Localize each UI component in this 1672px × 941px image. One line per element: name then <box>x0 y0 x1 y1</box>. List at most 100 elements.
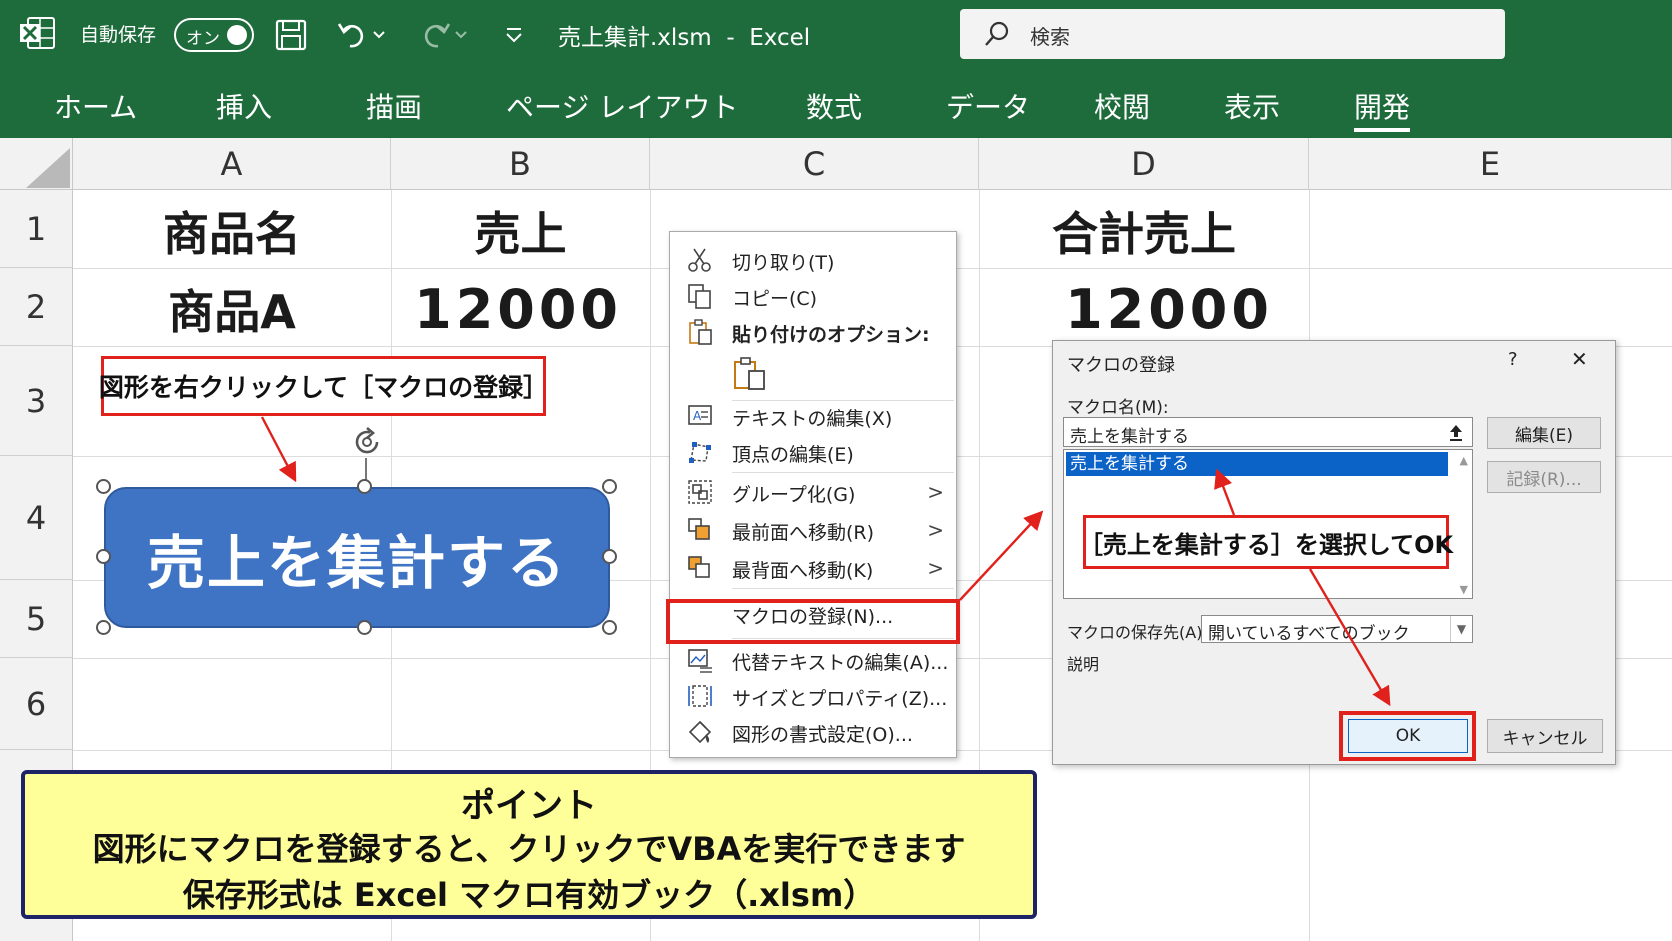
resize-handle[interactable] <box>357 479 372 494</box>
cell-d2[interactable]: 12000 <box>979 272 1309 346</box>
ok-button-highlight <box>1339 711 1476 761</box>
tab-data[interactable]: データ <box>946 86 1030 126</box>
resize-handle[interactable] <box>96 549 111 564</box>
autosave-state: オン <box>186 29 220 49</box>
text-edit-icon: A <box>686 402 714 430</box>
search-placeholder: 検索 <box>1030 25 1070 49</box>
ribbon-tabs: ホーム 挿入 描画 ページ レイアウト 数式 データ 校閲 表示 開発 <box>0 72 1672 138</box>
resize-handle[interactable] <box>602 620 617 635</box>
cell-b1[interactable]: 売上 <box>391 194 650 268</box>
menu-item-format-shape[interactable]: 図形の書式設定(O)... <box>670 714 956 750</box>
customize-qat-icon[interactable] <box>500 20 528 50</box>
row-header-3[interactable]: 3 <box>0 346 73 456</box>
scroll-up-icon[interactable]: ▲ <box>1460 454 1468 467</box>
bring-front-icon <box>686 516 714 544</box>
document-title: 売上集計.xlsm - Excel <box>558 25 811 51</box>
column-header-a[interactable]: A <box>73 138 391 190</box>
menu-item-copy[interactable]: コピー(C) <box>670 278 956 314</box>
tab-developer[interactable]: 開発 <box>1354 86 1411 132</box>
macro-shape-button[interactable]: 売上を集計する <box>104 487 610 628</box>
macro-name-input[interactable]: 売上を集計する <box>1063 417 1473 447</box>
cell-b2[interactable]: 12000 <box>391 272 650 346</box>
cell-a2[interactable]: 商品A <box>73 272 391 346</box>
collapse-dialog-icon[interactable] <box>1444 421 1468 443</box>
select-all-corner[interactable] <box>0 138 73 190</box>
tab-review[interactable]: 校閲 <box>1094 86 1150 126</box>
row-header-6[interactable]: 6 <box>0 658 73 750</box>
alt-text-icon <box>686 646 714 674</box>
menu-item-edit-text[interactable]: A テキストの編集(X) <box>670 398 956 434</box>
assign-macro-highlight <box>666 599 960 644</box>
point-heading: ポイント <box>461 786 597 826</box>
toggle-knob <box>227 25 247 45</box>
menu-item-size-properties[interactable]: サイズとプロパティ(Z)... <box>670 678 956 714</box>
menu-item-send-back[interactable]: 最背面へ移動(K) > <box>670 550 956 586</box>
copy-icon <box>686 282 714 310</box>
search-box[interactable]: 検索 <box>960 9 1505 59</box>
menu-item-edit-points[interactable]: 頂点の編集(E) <box>670 434 956 470</box>
tab-insert[interactable]: 挿入 <box>216 86 272 126</box>
paste-keep-format-icon[interactable] <box>732 356 768 392</box>
close-icon[interactable]: ✕ <box>1571 347 1588 371</box>
send-back-icon <box>686 554 714 582</box>
point-line-1: 図形にマクロを登録すると、クリックでVBAを実行できます <box>92 830 966 868</box>
cancel-button[interactable]: キャンセル <box>1487 719 1603 753</box>
size-icon <box>686 682 714 710</box>
macros-in-label: マクロの保存先(A): <box>1067 623 1208 642</box>
save-icon[interactable] <box>272 16 310 54</box>
description-label: 説明 <box>1067 655 1100 674</box>
point-note: ポイント 図形にマクロを登録すると、クリックでVBAを実行できます 保存形式は … <box>21 770 1037 919</box>
scissors-icon <box>686 246 714 274</box>
rotate-handle-icon[interactable] <box>350 425 384 459</box>
column-header-b[interactable]: B <box>391 138 650 190</box>
tab-draw[interactable]: 描画 <box>366 86 422 126</box>
excel-logo-icon[interactable] <box>18 14 56 52</box>
row-header-1[interactable]: 1 <box>0 190 73 268</box>
paste-icon <box>686 318 714 346</box>
tab-home[interactable]: ホーム <box>54 86 137 126</box>
macros-in-select[interactable]: 開いているすべてのブック ▼ <box>1201 615 1473 644</box>
edit-button[interactable]: 編集(E) <box>1487 417 1601 449</box>
resize-handle[interactable] <box>357 620 372 635</box>
column-header-d[interactable]: D <box>979 138 1309 190</box>
submenu-arrow-icon: > <box>927 480 944 504</box>
autosave-toggle[interactable]: オン <box>174 18 254 52</box>
cell-d1[interactable]: 合計売上 <box>979 194 1309 268</box>
group-icon <box>686 478 714 506</box>
autosave-label: 自動保存 <box>80 24 157 46</box>
dialog-title: マクロの登録 <box>1067 355 1175 376</box>
callout-right-click: 図形を右クリックして［マクロの登録］ <box>99 356 548 416</box>
title-bar: 自動保存 オン 売上集計.xlsm - Excel 検索 <box>0 0 1672 72</box>
column-header-c[interactable]: C <box>650 138 979 190</box>
tab-view[interactable]: 表示 <box>1224 86 1280 126</box>
row-header-2[interactable]: 2 <box>0 268 73 346</box>
record-button[interactable]: 記録(R)... <box>1487 461 1601 493</box>
point-line-2: 保存形式は Excel マクロ有効ブック（.xlsm） <box>182 876 876 914</box>
submenu-arrow-icon: > <box>927 518 944 542</box>
row-header-5[interactable]: 5 <box>0 580 73 658</box>
tab-formulas[interactable]: 数式 <box>806 86 862 126</box>
context-menu: 切り取り(T) コピー(C) 貼り付けのオプション: A テキストの編集(X) … <box>669 231 957 758</box>
resize-handle[interactable] <box>96 620 111 635</box>
cell-a1[interactable]: 商品名 <box>73 194 391 268</box>
resize-handle[interactable] <box>602 479 617 494</box>
menu-item-cut[interactable]: 切り取り(T) <box>670 242 956 278</box>
format-shape-icon <box>686 718 714 746</box>
row-header-4[interactable]: 4 <box>0 456 73 580</box>
redo-icon[interactable] <box>418 16 472 54</box>
menu-item-alt-text[interactable]: 代替テキストの編集(A)... <box>670 642 956 678</box>
help-icon[interactable]: ? <box>1508 349 1518 370</box>
svg-text:A: A <box>693 409 702 423</box>
menu-item-bring-front[interactable]: 最前面へ移動(R) > <box>670 512 956 548</box>
scroll-down-icon[interactable]: ▼ <box>1460 583 1468 596</box>
chevron-down-icon: ▼ <box>1450 616 1472 642</box>
submenu-arrow-icon: > <box>927 556 944 580</box>
menu-item-paste-options: 貼り付けのオプション: <box>670 314 956 350</box>
resize-handle[interactable] <box>96 479 111 494</box>
resize-handle[interactable] <box>602 549 617 564</box>
undo-icon[interactable] <box>336 16 390 54</box>
macro-list-item[interactable]: 売上を集計する <box>1066 452 1448 476</box>
menu-item-group[interactable]: グループ化(G) > <box>670 474 956 510</box>
tab-page-layout[interactable]: ページ レイアウト <box>506 86 738 126</box>
column-header-e[interactable]: E <box>1309 138 1672 190</box>
